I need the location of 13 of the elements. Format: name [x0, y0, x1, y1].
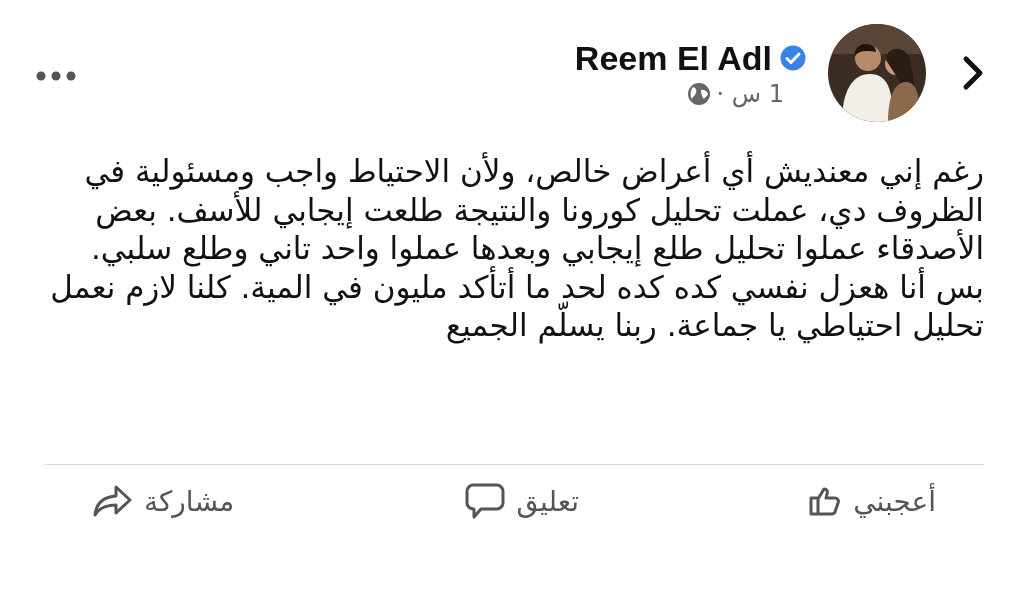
more-options-icon[interactable] — [36, 71, 76, 81]
globe-icon — [686, 81, 711, 106]
author-name[interactable]: Reem El Adl — [574, 38, 772, 78]
like-button[interactable]: أعجبني — [801, 479, 944, 523]
post-time: 1 س · — [716, 79, 784, 108]
share-arrow-icon — [92, 484, 132, 518]
thumbs-up-icon — [809, 486, 842, 516]
comment-button[interactable]: تعليق — [456, 479, 587, 523]
share-button[interactable]: مشاركة — [84, 479, 243, 523]
post-text: رغم إني معنديش أي أعراض خالص، ولأن الاحتياط واجب ومسئولية في الظروف دي، عملت تحليل كورونا والنتيجة طلعت إيجابي للأسف. بعض الأصدقاء عملوا تحليل طلع إيجابي وبعدها عملوا واحد تاني وطلع سلبي. بس أنا هعزل نفسي كده كده لحد ما أتأكد مليون في المية. كلنا لازم نعمل تحليل احتياطي يا جماعة. ربنا يسلّم الجميع — [49, 152, 984, 346]
speech-bubble-icon — [464, 483, 505, 519]
verified-badge-icon — [780, 45, 806, 71]
chevron-right-icon[interactable] — [962, 55, 984, 91]
